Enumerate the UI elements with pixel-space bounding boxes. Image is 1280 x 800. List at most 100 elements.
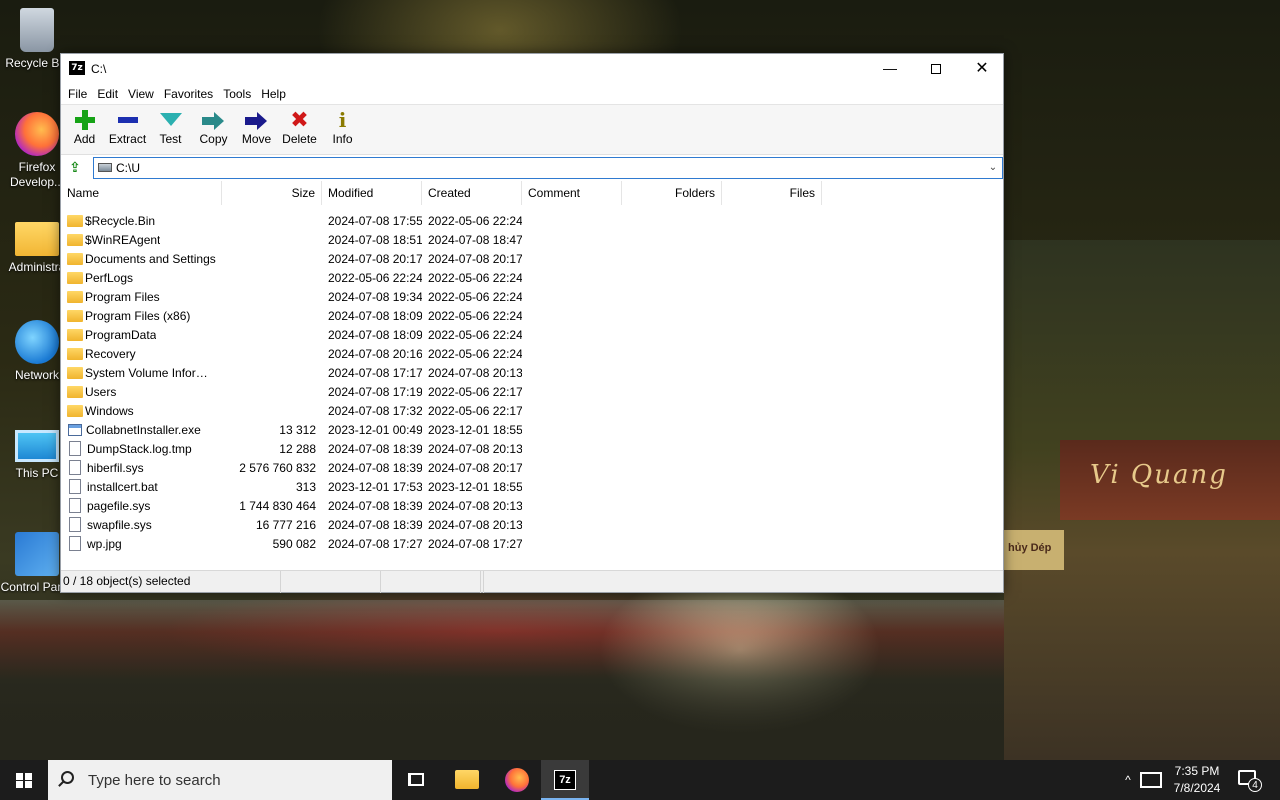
file-row[interactable]: System Volume Informa... 2024-07-08 17:17…	[61, 363, 1003, 382]
file-name-cell: ProgramData	[61, 328, 222, 342]
file-row[interactable]: Program Files (x86) 2024-07-08 18:09 2022-…	[61, 306, 1003, 325]
file-row[interactable]: PerfLogs 2022-05-06 22:24 2022-05-06 22:24	[61, 268, 1003, 287]
file-row[interactable]: Users 2024-07-08 17:19 2022-05-06 22:17	[61, 382, 1003, 401]
file-icon	[69, 441, 81, 456]
file-created: 2024-07-08 20:13	[428, 441, 522, 456]
file-name-cell: Windows	[61, 404, 222, 418]
file-modified: 2024-07-08 18:39	[328, 498, 422, 513]
chevron-down-icon[interactable]: ⌄	[986, 161, 1000, 175]
file-row[interactable]: hiberfil.sys 2 576 760 832 2024-07-08 18:3…	[61, 458, 1003, 477]
file-icon	[69, 536, 81, 551]
file-row[interactable]: Documents and Settings 2024-07-08 20:17 20…	[61, 249, 1003, 268]
file-name-cell: installcert.bat	[61, 479, 222, 494]
file-created: 2024-07-08 20:13	[428, 517, 522, 532]
file-row[interactable]: swapfile.sys 16 777 216 2024-07-08 18:39 20…	[61, 515, 1003, 534]
file-row[interactable]: Program Files 2024-07-08 19:34 2022-05-06 …	[61, 287, 1003, 306]
up-folder-button[interactable]: ⇪	[65, 159, 85, 176]
column-header-created[interactable]: Created	[422, 181, 522, 205]
file-name: $Recycle.Bin	[85, 213, 156, 228]
minimize-button[interactable]: —	[867, 54, 913, 83]
column-header-size[interactable]: Size	[222, 181, 322, 205]
tray-overflow-button[interactable]: ^	[1118, 760, 1138, 800]
file-created: 2022-05-06 22:24	[428, 308, 522, 323]
address-field[interactable]: ⌄	[93, 157, 1003, 179]
folder-icon	[67, 404, 83, 417]
file-modified: 2024-07-08 18:39	[328, 460, 422, 475]
file-name: Windows	[85, 403, 134, 418]
file-list[interactable]: Name Size Modified Created Comment Folde…	[61, 181, 1003, 570]
status-packed	[381, 571, 481, 593]
file-list-rows: $Recycle.Bin 2024-07-08 17:55 2022-05-06 2…	[61, 205, 1003, 553]
start-button[interactable]	[0, 760, 48, 800]
maximize-button[interactable]	[913, 54, 959, 83]
file-modified: 2024-07-08 17:55	[328, 213, 422, 228]
file-row[interactable]: $WinREAgent 2024-07-08 18:51 2024-07-08 18…	[61, 230, 1003, 249]
address-input[interactable]	[116, 159, 976, 177]
file-name-cell: Users	[61, 385, 222, 399]
column-header-folders[interactable]: Folders	[622, 181, 722, 205]
file-row[interactable]: CollabnetInstaller.exe 13 312 2023-12-01 0…	[61, 420, 1003, 439]
file-modified: 2023-12-01 17:53	[328, 479, 422, 494]
wallpaper-road	[0, 600, 1004, 760]
folder-icon	[67, 309, 83, 322]
menu-edit[interactable]: Edit	[92, 83, 123, 104]
file-icon	[69, 517, 81, 532]
file-modified: 2024-07-08 18:09	[328, 327, 422, 342]
copy-button[interactable]: Copy	[192, 105, 235, 154]
file-size: 2 576 760 832	[239, 460, 316, 475]
firefox-icon	[15, 112, 59, 156]
network-tray-icon[interactable]	[1140, 772, 1162, 788]
task-view-button[interactable]	[392, 760, 440, 800]
menu-tools[interactable]: Tools	[218, 83, 256, 104]
file-list-header: Name Size Modified Created Comment Folde…	[61, 181, 1003, 205]
file-modified: 2024-07-08 20:17	[328, 251, 422, 266]
column-header-modified[interactable]: Modified	[322, 181, 422, 205]
file-row[interactable]: Recovery 2024-07-08 20:16 2022-05-06 22:24	[61, 344, 1003, 363]
taskbar-clock[interactable]: 7:35 PM 7/8/2024	[1168, 763, 1226, 797]
move-button[interactable]: Move	[235, 105, 278, 154]
menu-view[interactable]: View	[123, 83, 159, 104]
folder-icon	[67, 233, 83, 246]
menu-help[interactable]: Help	[256, 83, 291, 104]
file-name: wp.jpg	[87, 536, 122, 551]
column-header-comment[interactable]: Comment	[522, 181, 622, 205]
file-size: 13 312	[279, 422, 316, 437]
file-size: 313	[295, 479, 316, 494]
folder-icon	[67, 290, 83, 303]
folder-icon	[67, 214, 83, 227]
maximize-icon	[931, 64, 941, 75]
file-modified: 2024-07-08 18:39	[328, 441, 422, 456]
file-name-cell: swapfile.sys	[61, 517, 222, 532]
taskbar-file-explorer[interactable]	[442, 760, 490, 800]
notification-count: 4	[1248, 778, 1262, 792]
file-modified: 2024-07-08 17:27	[328, 536, 422, 551]
test-button[interactable]: Test	[149, 105, 192, 154]
file-name-cell: wp.jpg	[61, 536, 222, 551]
file-row[interactable]: Windows 2024-07-08 17:32 2022-05-06 22:17	[61, 401, 1003, 420]
info-button[interactable]: i Info	[321, 105, 364, 154]
app-7z-icon: 7z	[69, 61, 85, 75]
file-row[interactable]: wp.jpg 590 082 2024-07-08 17:27 2024-07-08 …	[61, 534, 1003, 553]
taskbar-firefox[interactable]	[492, 760, 540, 800]
extract-button[interactable]: Extract	[106, 105, 149, 154]
column-header-name[interactable]: Name	[61, 181, 222, 205]
add-button[interactable]: Add	[63, 105, 106, 154]
menu-file[interactable]: File	[63, 83, 92, 104]
file-created: 2023-12-01 18:55	[428, 422, 522, 437]
menu-favorites[interactable]: Favorites	[159, 83, 218, 104]
file-row[interactable]: installcert.bat 313 2023-12-01 17:53 2023-1…	[61, 477, 1003, 496]
close-button[interactable]: ✕	[959, 54, 1005, 83]
taskbar-7zip[interactable]: 7z	[541, 760, 589, 800]
file-row[interactable]: $Recycle.Bin 2024-07-08 17:55 2022-05-06 2…	[61, 211, 1003, 230]
column-header-files[interactable]: Files	[722, 181, 822, 205]
delete-button[interactable]: ✖ Delete	[278, 105, 321, 154]
taskbar-search[interactable]: Type here to search	[48, 760, 392, 800]
taskbar: Type here to search 7z ^ 7:35 PM 7/8/202…	[0, 760, 1280, 800]
title-bar[interactable]: 7z C:\ — ✕	[61, 54, 1003, 83]
file-row[interactable]: pagefile.sys 1 744 830 464 2024-07-08 18:3…	[61, 496, 1003, 515]
file-row[interactable]: DumpStack.log.tmp 12 288 2024-07-08 18:39 2…	[61, 439, 1003, 458]
file-row[interactable]: ProgramData 2024-07-08 18:09 2022-05-06 22…	[61, 325, 1003, 344]
file-created: 2024-07-08 17:27	[428, 536, 522, 551]
file-name-cell: hiberfil.sys	[61, 460, 222, 475]
file-created: 2024-07-08 20:17	[428, 251, 522, 266]
